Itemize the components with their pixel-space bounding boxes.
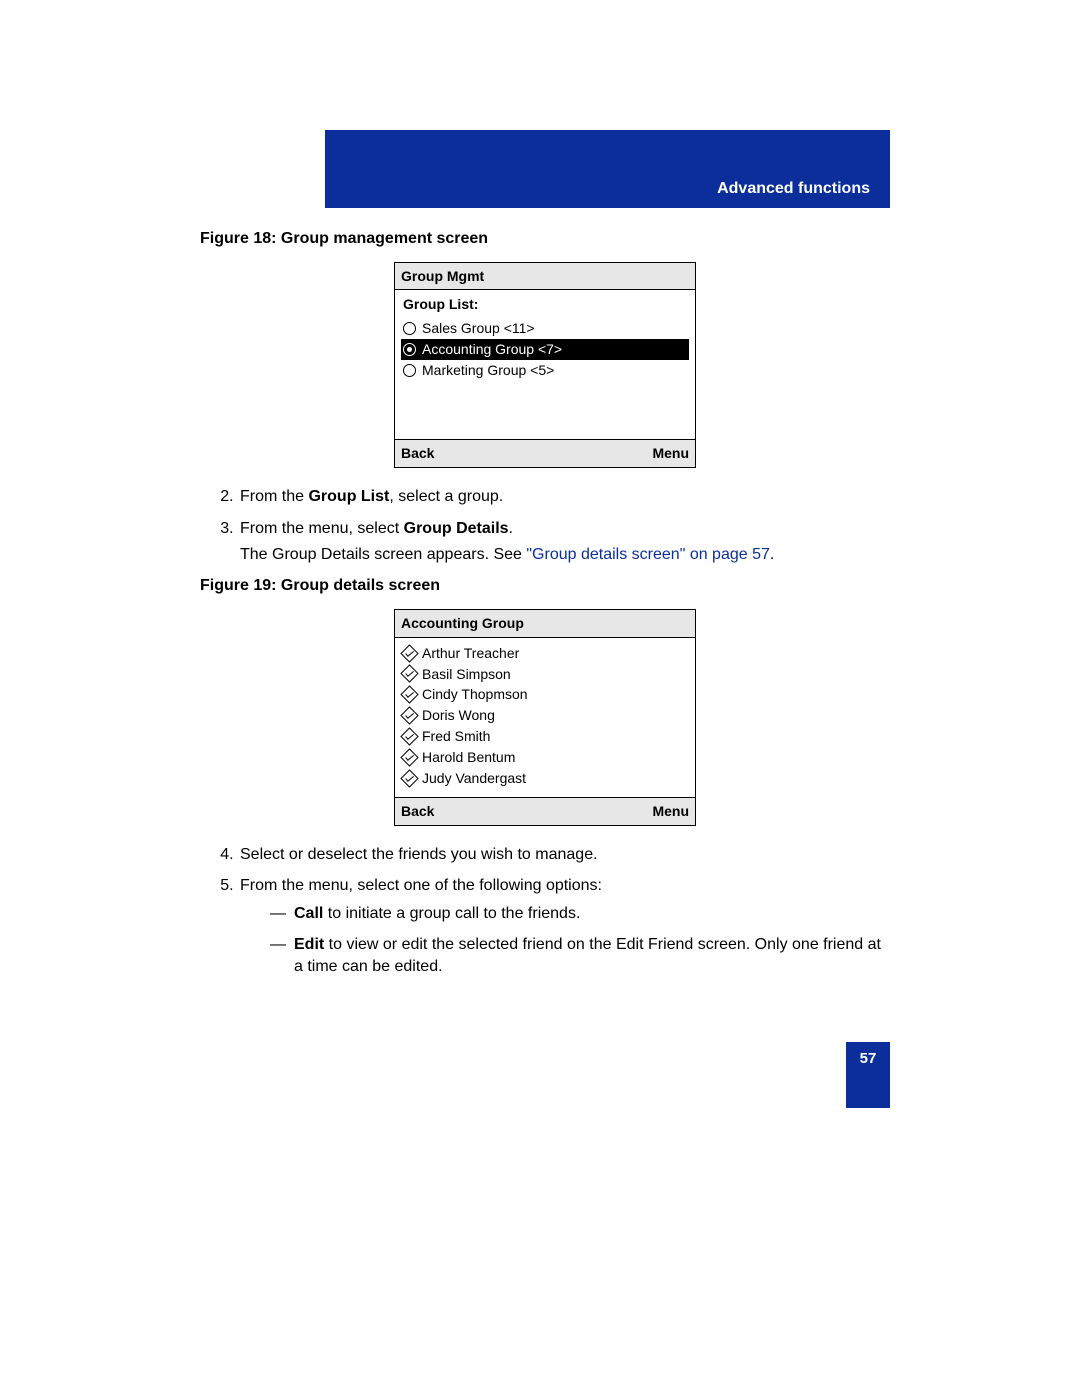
text: . [770, 546, 774, 563]
group-details-screen: Accounting Group Arthur Treacher Basil S… [394, 609, 696, 826]
text: to view or edit the selected friend on t… [294, 936, 881, 975]
member-row[interactable]: Harold Bentum [401, 747, 689, 768]
member-name: Judy Vandergast [422, 769, 526, 788]
section-header: Advanced functions [325, 130, 890, 208]
option-edit: Edit to view or edit the selected friend… [270, 934, 890, 977]
radio-icon [403, 364, 416, 377]
member-row[interactable]: Doris Wong [401, 705, 689, 726]
group-item-label: Sales Group <11> [422, 319, 535, 338]
option-call: Call to initiate a group call to the fri… [270, 903, 890, 925]
figure-18-caption: Figure 18: Group management screen [200, 228, 890, 250]
member-name: Arthur Treacher [422, 644, 519, 663]
steps-list-b: Select or deselect the friends you wish … [200, 844, 890, 978]
bold-text: Group List [308, 488, 389, 505]
member-name: Harold Bentum [422, 748, 515, 767]
screen-title: Accounting Group [395, 610, 695, 638]
step-4: Select or deselect the friends you wish … [238, 844, 890, 866]
text: , select a group. [389, 488, 503, 505]
cross-ref-link[interactable]: "Group details screen" on page 57 [526, 546, 770, 563]
screen-title: Group Mgmt [395, 263, 695, 291]
group-item-label: Accounting Group <7> [422, 340, 562, 359]
checkbox-icon [400, 665, 418, 683]
page-number: 57 [846, 1042, 890, 1108]
group-item-label: Marketing Group <5> [422, 361, 554, 380]
figure-19-caption: Figure 19: Group details screen [200, 575, 890, 597]
page-number-text: 57 [860, 1050, 877, 1067]
step-3: From the menu, select Group Details. The… [238, 518, 890, 565]
radio-icon-selected [403, 343, 416, 356]
checkbox-icon [400, 727, 418, 745]
screen-body: Arthur Treacher Basil Simpson Cindy Thop… [395, 638, 695, 797]
group-list-label: Group List: [403, 295, 689, 314]
section-title: Advanced functions [717, 180, 870, 198]
step-2: From the Group List, select a group. [238, 486, 890, 508]
bold-text: Group Details [404, 520, 509, 537]
option-list: Call to initiate a group call to the fri… [240, 903, 890, 978]
softkey-bar: Back Menu [395, 797, 695, 825]
group-item-selected[interactable]: Accounting Group <7> [401, 339, 689, 360]
text: From the [240, 488, 308, 505]
steps-list-a: From the Group List, select a group. Fro… [200, 486, 890, 565]
bold-text: Edit [294, 936, 324, 953]
checkbox-icon [400, 686, 418, 704]
text: to initiate a group call to the friends. [323, 905, 580, 922]
member-name: Basil Simpson [422, 665, 511, 684]
member-row[interactable]: Arthur Treacher [401, 643, 689, 664]
text: . [509, 520, 513, 537]
screen-body: Group List: Sales Group <11> Accounting … [395, 290, 695, 439]
softkey-menu[interactable]: Menu [652, 802, 689, 821]
page: Advanced functions Figure 18: Group mana… [0, 0, 1080, 1148]
softkey-menu[interactable]: Menu [652, 444, 689, 463]
text: The Group Details screen appears. See [240, 546, 526, 563]
group-item[interactable]: Sales Group <11> [401, 318, 689, 339]
text: From the menu, select one of the followi… [240, 877, 602, 894]
member-name: Cindy Thopmson [422, 685, 528, 704]
member-row[interactable]: Cindy Thopmson [401, 684, 689, 705]
checkbox-icon [400, 707, 418, 725]
softkey-back[interactable]: Back [401, 802, 434, 821]
checkbox-icon [400, 644, 418, 662]
radio-icon [403, 322, 416, 335]
bold-text: Call [294, 905, 323, 922]
member-row[interactable]: Judy Vandergast [401, 768, 689, 789]
group-mgmt-screen: Group Mgmt Group List: Sales Group <11> … [394, 262, 696, 469]
group-item[interactable]: Marketing Group <5> [401, 360, 689, 381]
softkey-bar: Back Menu [395, 439, 695, 467]
step-3-note: The Group Details screen appears. See "G… [240, 544, 890, 566]
checkbox-icon [400, 769, 418, 787]
member-row[interactable]: Basil Simpson [401, 664, 689, 685]
step-5: From the menu, select one of the followi… [238, 875, 890, 977]
member-name: Fred Smith [422, 727, 490, 746]
checkbox-icon [400, 748, 418, 766]
softkey-back[interactable]: Back [401, 444, 434, 463]
member-row[interactable]: Fred Smith [401, 726, 689, 747]
member-name: Doris Wong [422, 706, 495, 725]
text: From the menu, select [240, 520, 404, 537]
